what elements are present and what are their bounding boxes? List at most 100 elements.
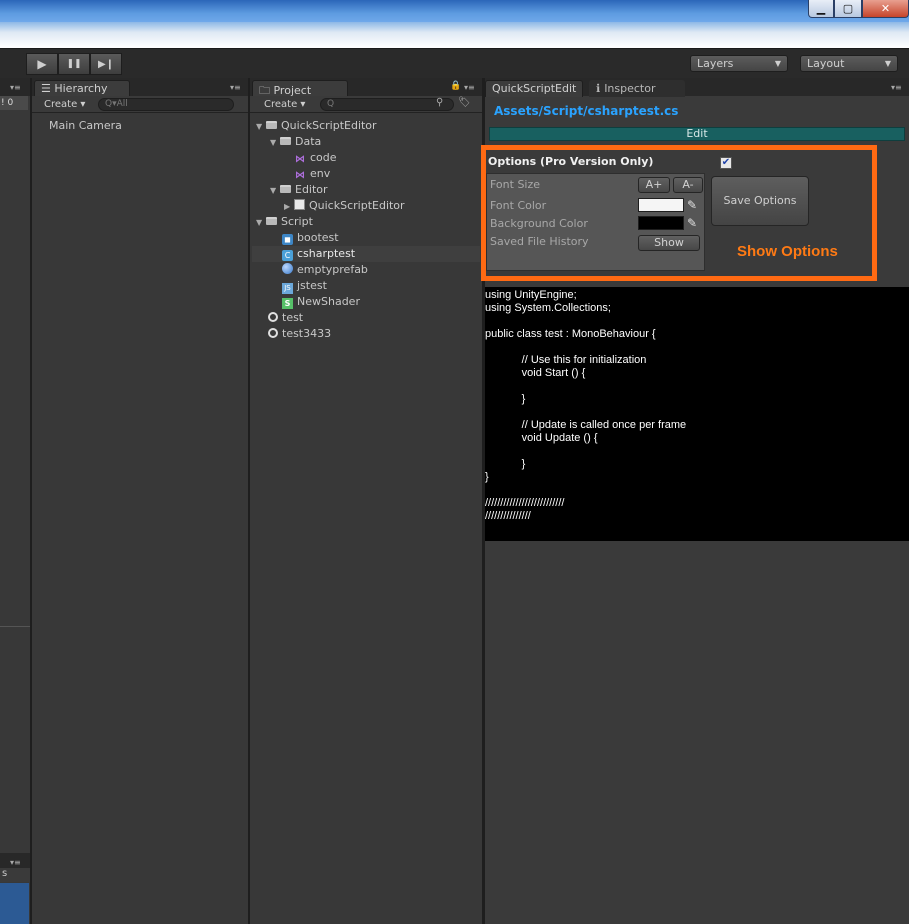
expand-arrow-icon[interactable]: ▼	[256, 215, 266, 231]
panel-menu-icon[interactable]: ▾≡	[464, 83, 475, 92]
visual-studio-icon: ⋈	[295, 170, 305, 181]
minimize-icon: ▁	[816, 2, 826, 15]
hierarchy-search-input[interactable]: Q▾All	[98, 98, 234, 111]
code-line: void Start () {	[485, 367, 586, 379]
selected-console-item	[0, 883, 29, 924]
scene-panel: ▾≡ ! 0 ▾≡ s	[0, 78, 30, 924]
tab-quickscriptedit[interactable]: QuickScriptEdit	[485, 80, 583, 97]
code-line: public class test : MonoBehaviour {	[485, 328, 656, 340]
collapse-arrow-icon[interactable]: ▶	[284, 199, 294, 215]
unity-scene-icon	[268, 312, 278, 322]
tree-item-script[interactable]: ▼ Script	[256, 214, 313, 230]
close-icon: ✕	[880, 2, 891, 15]
project-create-dropdown[interactable]: Create ▾	[258, 98, 311, 111]
layers-dropdown[interactable]: Layers ▼	[690, 55, 788, 72]
window-menu-bar	[0, 22, 909, 48]
code-line: // Use this for initialization	[485, 354, 647, 366]
folder-icon	[266, 217, 277, 225]
code-line: }	[485, 458, 526, 470]
tree-item-emptyprefab[interactable]: emptyprefab	[282, 262, 368, 278]
project-subbar: Create ▾ Q ⚲ 🏷	[250, 96, 482, 113]
layout-dropdown[interactable]: Layout ▼	[800, 55, 898, 72]
code-line: ///////////////	[485, 510, 531, 522]
code-line: using UnityEngine;	[485, 289, 577, 301]
unity-editor-window: ▁ ▢ ✕ ▶ ❚❚ ▶❙ Layers ▼ Layout ▼ ▾≡ ! 0 ▾…	[0, 0, 909, 924]
hierarchy-tabstrip: ☰ Hierarchy ▾≡	[32, 78, 248, 97]
shader-icon: S	[282, 298, 293, 309]
options-highlight-frame	[481, 145, 877, 281]
panel-menu-icon[interactable]: ▾≡	[10, 83, 21, 92]
expand-arrow-icon[interactable]: ▼	[270, 183, 280, 199]
filter-by-type-icon[interactable]: ⚲	[436, 97, 443, 108]
file-path-link[interactable]: Assets/Script/csharptest.cs	[494, 104, 678, 118]
project-search-input[interactable]: Q	[320, 98, 454, 111]
hierarchy-create-dropdown[interactable]: Create ▾	[38, 98, 91, 111]
play-button[interactable]: ▶	[26, 53, 58, 75]
tree-item-data[interactable]: ▼ Data	[270, 134, 321, 150]
tree-item-test3433[interactable]: test3433	[268, 326, 331, 342]
file-icon	[294, 199, 305, 210]
filter-by-label-icon[interactable]: 🏷	[458, 97, 471, 108]
chevron-down-icon: ▼	[884, 59, 891, 68]
folder-icon	[266, 121, 277, 129]
tree-item-jstest[interactable]: JS jstest	[282, 278, 327, 294]
project-tabstrip: 🗀 Project 🔒 ▾≡	[250, 78, 482, 97]
unity-scene-icon	[268, 328, 278, 338]
hierarchy-item[interactable]: Main Camera	[49, 118, 122, 134]
panel-menu-icon[interactable]: ▾≡	[230, 83, 241, 92]
tree-item-test[interactable]: test	[268, 310, 303, 326]
panel-menu-icon[interactable]: ▾≡	[891, 83, 902, 92]
tab-inspector[interactable]: ℹ Inspector	[589, 80, 685, 97]
info-icon: ℹ	[596, 82, 601, 95]
prefab-sphere-icon	[282, 263, 293, 274]
code-editor[interactable]: using UnityEngine; using System.Collectio…	[485, 287, 909, 541]
boo-script-icon: ◼	[282, 234, 293, 245]
tree-item-quickscripteditor-file[interactable]: ▶ QuickScriptEditor	[284, 198, 405, 214]
panel-menu-icon[interactable]: ▾≡	[10, 858, 21, 867]
tree-item-newshader[interactable]: S NewShader	[282, 294, 360, 310]
tree-item-editor[interactable]: ▼ Editor	[270, 182, 328, 198]
tree-item-quickscripteditor[interactable]: ▼ QuickScriptEditor	[256, 118, 377, 134]
tree-item-csharptest[interactable]: Ccsharptest	[252, 246, 480, 262]
scene-view-lower-region	[0, 626, 30, 627]
pause-button[interactable]: ❚❚	[58, 53, 90, 75]
folder-icon	[280, 137, 291, 145]
play-icon: ▶	[37, 57, 47, 71]
scene-tabstrip: ▾≡	[0, 78, 30, 96]
chevron-down-icon: ▼	[774, 59, 781, 68]
code-line: // Update is called once per frame	[485, 419, 687, 431]
folder-icon	[280, 185, 291, 193]
lock-icon[interactable]: 🔒	[450, 81, 461, 91]
tree-item-code[interactable]: ⋈ code	[295, 150, 337, 166]
maximize-button[interactable]: ▢	[834, 0, 862, 18]
close-button[interactable]: ✕	[862, 0, 909, 18]
quickscript-tabstrip: QuickScriptEdit ℹ Inspector ▾≡	[485, 78, 909, 97]
code-line: void Update () {	[485, 432, 598, 444]
step-button[interactable]: ▶❙	[90, 53, 122, 75]
tree-item-env[interactable]: ⋈ env	[295, 166, 330, 182]
expand-arrow-icon[interactable]: ▼	[256, 119, 266, 135]
code-line: //////////////////////////	[485, 497, 565, 509]
tab-hierarchy[interactable]: ☰ Hierarchy	[34, 80, 130, 97]
pause-icon: ❚❚	[66, 59, 82, 69]
scene-badge: ! 0	[0, 96, 28, 110]
maximize-icon: ▢	[842, 2, 854, 15]
edit-button[interactable]: Edit	[489, 127, 905, 141]
javascript-icon: JS	[282, 283, 293, 294]
tree-item-bootest[interactable]: ◼ bootest	[282, 230, 339, 246]
hierarchy-subbar: Create ▾ Q▾All	[32, 96, 248, 113]
minimize-button[interactable]: ▁	[808, 0, 834, 18]
expand-arrow-icon[interactable]: ▼	[270, 135, 280, 151]
step-icon: ▶❙	[97, 58, 115, 70]
layout-label: Layout	[807, 57, 845, 70]
visual-studio-icon: ⋈	[295, 154, 305, 165]
hierarchy-panel: ☰ Hierarchy ▾≡ Create ▾ Q▾All Main Camer…	[32, 78, 248, 924]
playback-controls: ▶ ❚❚ ▶❙	[26, 53, 122, 75]
tab-project[interactable]: 🗀 Project	[252, 80, 348, 97]
